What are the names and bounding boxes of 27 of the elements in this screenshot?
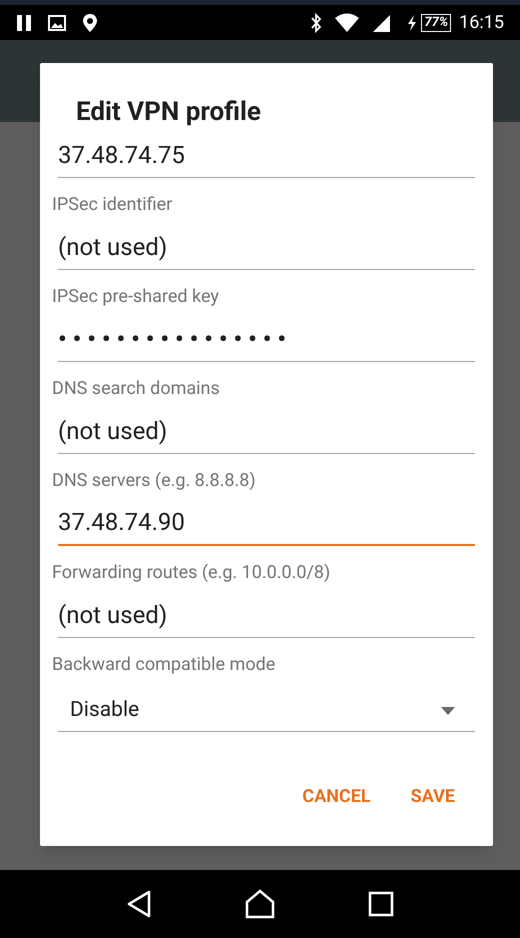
charging-icon (407, 14, 418, 32)
input-field[interactable]: (not used) (58, 408, 475, 454)
password-field[interactable]: •••••••••••••••• (58, 316, 475, 362)
dropdown-caret-icon (441, 706, 455, 714)
field-label: DNS search domains (52, 377, 221, 401)
clock-time: 16:15 (459, 11, 504, 35)
input-field[interactable]: (not used) (58, 592, 475, 638)
field-label: IPSec identifier (52, 193, 174, 217)
dialog-title: Edit VPN profile (76, 96, 262, 128)
field-label: DNS servers (e.g. 8.8.8.8) (52, 469, 257, 493)
signal-icon (371, 12, 392, 32)
back-icon[interactable] (126, 890, 152, 918)
input-field[interactable]: 37.48.74.75 (58, 132, 475, 178)
dropdown-field[interactable]: Disable (58, 690, 475, 732)
input-field[interactable]: (not used) (58, 224, 475, 270)
bluetooth-icon (309, 12, 324, 32)
field-label: IPSec pre-shared key (52, 285, 220, 309)
battery-level: 77% (421, 14, 452, 32)
pause-icon (16, 14, 32, 32)
wifi-icon (335, 12, 360, 32)
image-icon (48, 14, 66, 30)
location-pin-icon (82, 12, 98, 32)
field-label: Backward compatible mode (52, 653, 276, 677)
field-label: Forwarding routes (e.g. 10.0.0.0/8) (52, 561, 332, 585)
home-icon[interactable] (244, 889, 275, 919)
input-field[interactable]: 37.48.74.90 (58, 500, 475, 546)
recents-icon[interactable] (368, 891, 394, 917)
